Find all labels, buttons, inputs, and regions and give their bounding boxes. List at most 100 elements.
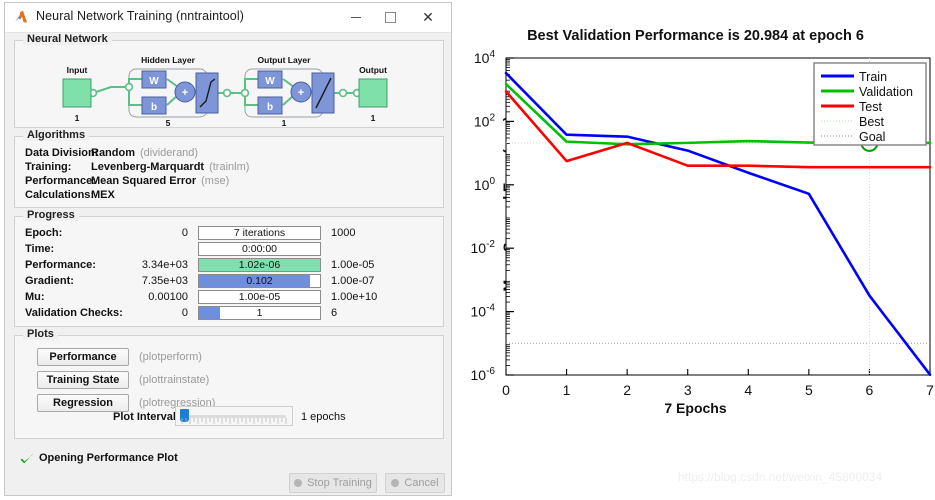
svg-text:b: b	[151, 102, 157, 113]
window-title: Neural Network Training (nntraintool)	[36, 9, 244, 23]
legend-label-train: Train	[859, 70, 887, 84]
plot-interval-slider[interactable]	[175, 406, 293, 426]
legend-label-goal: Goal	[859, 130, 885, 144]
plot-interval-label: Plot Interval:	[113, 411, 180, 423]
y-axis-tick-label: 100	[474, 176, 496, 193]
svg-text:b: b	[267, 102, 273, 113]
progress-start-value: 3.34e+03	[141, 259, 188, 271]
plot-button-training-state[interactable]: Training State	[37, 371, 129, 389]
progress-bar: 0.102	[198, 274, 321, 288]
algorithm-label: Performance:	[25, 175, 96, 187]
svg-text:W: W	[265, 76, 275, 87]
algorithm-value: Random (dividerand)	[91, 147, 199, 159]
green-check-icon	[20, 453, 34, 464]
y-axis-tick-label: 102	[474, 112, 496, 129]
progress-start-value: 0	[181, 307, 188, 319]
algorithm-value: Levenberg-Marquardt (trainlm)	[91, 161, 250, 173]
progress-bar: 1	[198, 306, 321, 320]
progress-stop-value: 1.00e-07	[331, 275, 375, 287]
plot-button-performance[interactable]: Performance	[37, 348, 129, 366]
progress-label: Epoch:	[25, 227, 63, 239]
progress-bar-text: 1	[256, 307, 263, 319]
progress-label: Validation Checks:	[25, 307, 123, 319]
y-axis-tick-label: 10-6	[471, 366, 496, 383]
svg-text:Input: Input	[67, 65, 88, 75]
svg-text:Output Layer: Output Layer	[258, 55, 312, 65]
svg-text:1: 1	[282, 118, 287, 127]
stop-training-label: Stop Training	[307, 477, 372, 489]
cancel-button[interactable]: Cancel	[385, 473, 445, 493]
x-axis-tick-label: 0	[502, 382, 510, 398]
svg-text:Output: Output	[359, 65, 387, 75]
neural-network-group: Neural Network W b W b + + Input 1 Hidde…	[14, 33, 444, 128]
progress-start-value: 7.35e+03	[141, 275, 188, 287]
nntraintool-window: Neural Network Training (nntraintool) ✕ …	[4, 2, 452, 496]
progress-start-value: 0.00100	[148, 291, 188, 303]
progress-bar-text: 0.102	[246, 275, 273, 287]
y-axis-tick-label: 10-4	[471, 303, 496, 320]
algorithm-value: Mean Squared Error (mse)	[91, 175, 230, 187]
x-axis-tick-label: 6	[866, 382, 874, 398]
algorithm-label: Calculations:	[25, 189, 95, 201]
x-axis-tick-label: 2	[623, 382, 631, 398]
progress-bar: 1.00e-05	[198, 290, 321, 304]
progress-bar: 7 iterations	[198, 226, 321, 240]
screenshot-root: Neural Network Training (nntraintool) ✕ …	[0, 0, 935, 500]
stop-icon	[294, 479, 303, 487]
progress-stop-value: 1.00e-05	[331, 259, 375, 271]
x-axis-tick-label: 1	[563, 382, 571, 398]
algorithm-function-name: (trainlm)	[209, 161, 250, 173]
performance-plot-panel: Best Validation Performance is 20.984 at…	[456, 0, 935, 500]
window-titlebar: Neural Network Training (nntraintool) ✕	[5, 3, 451, 33]
progress-stop-value: 1000	[331, 227, 356, 239]
close-icon: ✕	[422, 9, 434, 25]
x-axis-tick-label: 4	[744, 382, 752, 398]
progress-label: Performance:	[25, 259, 96, 271]
svg-text:+: +	[298, 87, 304, 99]
plot-button-regression[interactable]: Regression	[37, 394, 129, 412]
svg-text:5: 5	[166, 118, 171, 127]
neural-network-group-title: Neural Network	[23, 33, 112, 45]
y-axis-tick-label: 104	[474, 49, 496, 66]
progress-label: Gradient:	[25, 275, 74, 287]
algorithm-label: Training:	[25, 161, 72, 173]
progress-label: Mu:	[25, 291, 45, 303]
svg-text:+: +	[182, 87, 188, 99]
progress-bar: 1.02e-06	[198, 258, 321, 272]
y-axis-tick-label: 10-2	[471, 239, 496, 256]
x-axis-tick-label: 7	[926, 382, 934, 398]
plot-interval-value: 1 epochs	[301, 411, 346, 423]
svg-text:1: 1	[371, 113, 376, 123]
close-button[interactable]: ✕	[411, 3, 445, 31]
cancel-icon	[391, 479, 400, 487]
algorithm-function-name: (mse)	[201, 175, 230, 187]
progress-bar-text: 7 iterations	[233, 227, 286, 239]
progress-group: Progress Epoch: 0 7 iterations 1000 Time: 0:0…	[14, 209, 444, 327]
legend-label-best: Best	[859, 115, 885, 129]
algorithms-group: Algorithms Data Division: Random (dividera…	[14, 129, 444, 208]
algorithm-function-name: (dividerand)	[140, 147, 199, 159]
svg-text:Hidden Layer: Hidden Layer	[141, 55, 196, 65]
legend-label-test: Test	[859, 100, 882, 114]
performance-chart: 104 102 100 10-2 10-4 10-6 0 1 2 3 4 5 6 7 TrainValida…	[471, 49, 935, 398]
network-architecture-diagram: W b W b + + Input 1 Hidden Layer 5 Outpu…	[62, 55, 388, 127]
algorithms-group-title: Algorithms	[23, 129, 90, 141]
legend-label-validation: Validation	[859, 85, 913, 99]
plots-group: Plots Performance (plotperform) Training S…	[14, 328, 444, 439]
progress-bar-text: 1.00e-05	[238, 291, 281, 303]
progress-bar: 0:00:00	[198, 242, 321, 256]
slider-ticks	[181, 418, 287, 424]
algorithm-label: Data Division:	[25, 147, 99, 159]
watermark-text: https://blog.csdn.net/weixin_45800034	[678, 470, 883, 484]
maximize-button[interactable]	[373, 3, 407, 31]
stop-training-button[interactable]: Stop Training	[289, 473, 377, 493]
minimize-button[interactable]	[339, 3, 373, 31]
status-text: Opening Performance Plot	[39, 452, 178, 464]
progress-bar-text: 0:00:00	[241, 243, 278, 255]
x-axis-tick-label: 5	[805, 382, 813, 398]
progress-stop-value: 6	[331, 307, 338, 319]
progress-bar-text: 1.02e-06	[238, 259, 281, 271]
plot-function-name: (plotperform)	[139, 351, 202, 363]
svg-text:W: W	[149, 76, 159, 87]
x-axis-tick-label: 3	[684, 382, 692, 398]
